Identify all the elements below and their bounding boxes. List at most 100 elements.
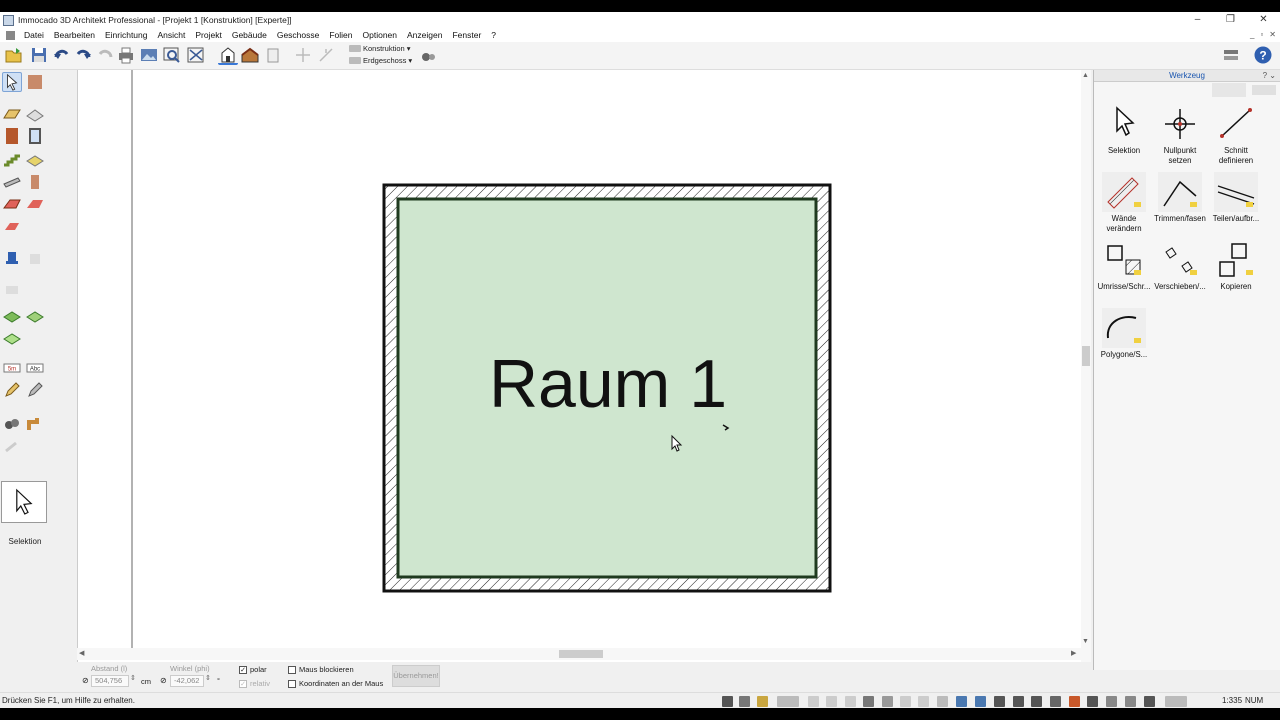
panel-controls-icon[interactable]: ? ⌄ xyxy=(1263,70,1276,82)
menu-anzeigen[interactable]: Anzeigen xyxy=(402,30,447,40)
layers-icon[interactable] xyxy=(418,47,438,67)
zoom-window-icon[interactable] xyxy=(162,45,182,65)
coords-at-mouse-checkbox[interactable]: Koordinaten an der Maus xyxy=(288,679,383,688)
snap-point-icon[interactable] xyxy=(293,45,313,65)
floorplan-canvas[interactable]: Raum 1 xyxy=(77,70,1091,662)
stairs-tool-icon[interactable] xyxy=(2,149,22,169)
beam-tool-icon[interactable] xyxy=(2,172,22,192)
dormer-tool-icon[interactable] xyxy=(2,216,22,236)
export-image-icon[interactable] xyxy=(139,45,159,65)
horizontal-scroll-thumb[interactable] xyxy=(559,650,603,658)
scroll-right-icon[interactable]: ▶ xyxy=(1071,649,1076,657)
minimize-button[interactable]: – xyxy=(1181,12,1214,28)
library-icon[interactable] xyxy=(1221,45,1241,65)
tool-schnitt[interactable]: Schnitt definieren xyxy=(1208,104,1264,166)
status-option-3-icon[interactable] xyxy=(845,696,856,707)
panel-view-toggle-icon[interactable] xyxy=(1212,83,1246,97)
status-option-5-icon[interactable] xyxy=(882,696,893,707)
disabled-tool-icon[interactable] xyxy=(2,437,22,457)
tool-teilen[interactable]: Teilen/aufbr... xyxy=(1208,172,1264,224)
menu-help[interactable]: ? xyxy=(486,30,501,40)
mdi-minimize-icon[interactable]: _ xyxy=(1250,28,1254,42)
status-option-17-icon[interactable] xyxy=(1125,696,1136,707)
distance-spinner-icon[interactable]: ⇕ xyxy=(130,674,136,682)
block-mouse-checkbox[interactable]: Maus blockieren xyxy=(288,665,354,674)
status-option-8-icon[interactable] xyxy=(937,696,948,707)
tool-waende-veraendern[interactable]: Wände verändern xyxy=(1096,172,1152,234)
status-pencil-icon[interactable] xyxy=(757,696,768,707)
help-icon[interactable]: ? xyxy=(1253,45,1273,65)
menu-projekt[interactable]: Projekt xyxy=(190,30,226,40)
object-tool-icon[interactable] xyxy=(25,249,45,269)
pencil-tool-icon[interactable] xyxy=(2,380,22,400)
status-option-18-icon[interactable] xyxy=(1144,696,1155,707)
line-tool-icon[interactable] xyxy=(25,380,45,400)
status-option-12-icon[interactable] xyxy=(1013,696,1024,707)
status-text-icon[interactable] xyxy=(1087,696,1098,707)
redo-icon[interactable] xyxy=(73,45,93,65)
furniture-tool-icon[interactable] xyxy=(2,249,22,269)
pan-tool-icon[interactable] xyxy=(25,72,45,92)
status-option-2-icon[interactable] xyxy=(826,696,837,707)
status-option-7-icon[interactable] xyxy=(918,696,929,707)
tool-selektion[interactable]: Selektion xyxy=(1096,104,1152,156)
text-tool-icon[interactable]: Abc xyxy=(25,358,45,378)
document-icon[interactable] xyxy=(6,30,15,40)
tool-polygone[interactable]: Polygone/S... xyxy=(1096,308,1152,360)
status-option-14-icon[interactable] xyxy=(1050,696,1061,707)
status-option-9-icon[interactable] xyxy=(956,696,967,707)
plane-tool-icon[interactable] xyxy=(2,327,22,347)
status-layer-icon[interactable] xyxy=(777,696,799,707)
floor-dropdown[interactable]: Erdgeschoss ▾ xyxy=(349,56,412,65)
tool-kopieren[interactable]: Kopieren xyxy=(1208,240,1264,292)
menu-datei[interactable]: Datei xyxy=(19,30,49,40)
polar-checkbox[interactable]: ✓ polar xyxy=(239,665,267,674)
open-file-icon[interactable] xyxy=(4,45,24,65)
room-label[interactable]: Raum 1 xyxy=(458,348,758,420)
menu-gebaeude[interactable]: Gebäude xyxy=(227,30,272,40)
redo-disabled-icon[interactable] xyxy=(95,45,115,65)
undo-icon[interactable] xyxy=(52,45,72,65)
menu-optionen[interactable]: Optionen xyxy=(358,30,403,40)
snap-line-icon[interactable] xyxy=(316,45,336,65)
wall-tool-icon[interactable] xyxy=(2,104,22,124)
angle-input[interactable]: -42,062 xyxy=(170,675,204,687)
status-option-1-icon[interactable] xyxy=(808,696,819,707)
lock-angle-icon[interactable]: ⊘ xyxy=(160,676,167,685)
menu-bearbeiten[interactable]: Bearbeiten xyxy=(49,30,100,40)
view-options-icon[interactable] xyxy=(263,45,283,65)
roof-window-tool-icon[interactable] xyxy=(25,194,45,214)
menu-ansicht[interactable]: Ansicht xyxy=(153,30,191,40)
menu-einrichtung[interactable]: Einrichtung xyxy=(100,30,153,40)
status-snap-icon[interactable] xyxy=(722,696,733,707)
status-option-4-icon[interactable] xyxy=(863,696,874,707)
menu-geschosse[interactable]: Geschosse xyxy=(272,30,325,40)
roof-tool-icon[interactable] xyxy=(2,194,22,214)
terrain-tool-icon[interactable] xyxy=(2,280,22,300)
floorplan-view-icon[interactable] xyxy=(218,45,238,65)
wall-3d-tool-icon[interactable] xyxy=(25,104,45,124)
column-tool-icon[interactable] xyxy=(25,172,45,192)
garden-tool-icon[interactable] xyxy=(2,305,22,325)
save-icon[interactable] xyxy=(29,45,49,65)
menu-folien[interactable]: Folien xyxy=(324,30,357,40)
tool-verschieben[interactable]: Verschieben/... xyxy=(1152,240,1208,292)
zoom-all-icon[interactable] xyxy=(186,45,206,65)
mdi-restore-icon[interactable]: ▫ xyxy=(1260,28,1263,42)
print-icon[interactable] xyxy=(116,45,136,65)
horizontal-scrollbar[interactable]: ◀ ▶ xyxy=(77,648,1081,660)
3d-view-icon[interactable] xyxy=(240,45,260,65)
slab-tool-icon[interactable] xyxy=(25,149,45,169)
scroll-up-icon[interactable]: ▲ xyxy=(1082,72,1089,79)
view-mode-dropdown[interactable]: Konstruktion ▾ xyxy=(349,44,410,53)
status-grid-icon[interactable] xyxy=(739,696,750,707)
scroll-left-icon[interactable]: ◀ xyxy=(79,649,84,657)
door-tool-icon[interactable] xyxy=(2,126,22,146)
tool-nullpunkt[interactable]: Nullpunkt setzen xyxy=(1152,104,1208,166)
relative-checkbox[interactable]: ✓ relativ xyxy=(239,679,270,688)
pipe-tool-icon[interactable] xyxy=(25,414,45,434)
status-option-6-icon[interactable] xyxy=(900,696,911,707)
dimension-tool-icon[interactable]: 5m xyxy=(2,358,22,378)
status-option-16-icon[interactable] xyxy=(1106,696,1117,707)
mdi-close-icon[interactable]: ✕ xyxy=(1269,28,1276,42)
